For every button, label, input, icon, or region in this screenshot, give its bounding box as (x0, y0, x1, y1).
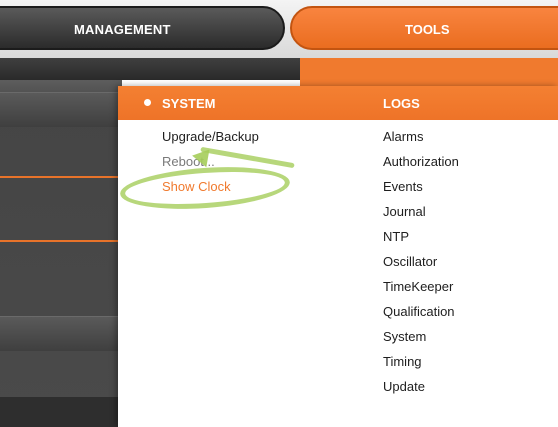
menu-item-oscillator[interactable]: Oscillator (383, 254, 437, 269)
menu-header: SYSTEM LOGS (118, 86, 558, 120)
tab-management-label: MANAGEMENT (74, 22, 171, 37)
active-section-bullet-icon (144, 99, 151, 106)
background-row (0, 92, 122, 127)
menu-item-journal[interactable]: Journal (383, 204, 426, 219)
annotation-arrowhead-icon (190, 146, 210, 168)
menu-item-timing[interactable]: Timing (383, 354, 422, 369)
menu-item-authorization[interactable]: Authorization (383, 154, 459, 169)
menu-section-logs[interactable]: LOGS (383, 96, 420, 111)
menu-item-system[interactable]: System (383, 329, 426, 344)
menu-section-system[interactable]: SYSTEM (162, 96, 215, 111)
menu-item-ntp[interactable]: NTP (383, 229, 409, 244)
background-row (0, 316, 122, 351)
menu-item-update[interactable]: Update (383, 379, 425, 394)
menu-item-alarms[interactable]: Alarms (383, 129, 423, 144)
menu-item-events[interactable]: Events (383, 179, 423, 194)
menu-item-timekeeper[interactable]: TimeKeeper (383, 279, 453, 294)
menu-item-qualification[interactable]: Qualification (383, 304, 455, 319)
tools-dropdown-menu: SYSTEM LOGS Upgrade/Backup Reboot... Sho… (118, 86, 558, 427)
background-base (0, 397, 122, 427)
active-tab-connector (300, 58, 558, 86)
tab-tools-label: TOOLS (405, 22, 450, 37)
tab-management[interactable]: MANAGEMENT (0, 6, 285, 50)
background-divider (0, 240, 122, 242)
menu-item-upgrade-backup[interactable]: Upgrade/Backup (162, 129, 259, 144)
background-divider (0, 176, 122, 178)
background-panel (0, 80, 122, 427)
tab-tools[interactable]: TOOLS (290, 6, 558, 50)
